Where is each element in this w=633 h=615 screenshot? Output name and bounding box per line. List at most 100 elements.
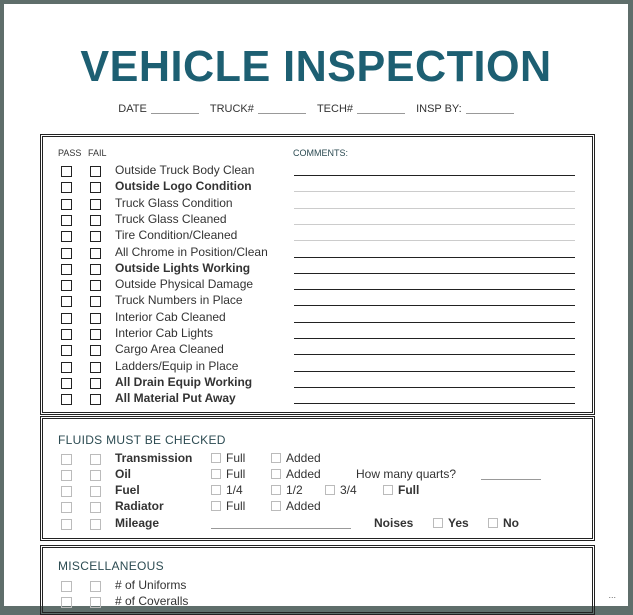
option-quarter[interactable]: 1/4 xyxy=(211,483,243,497)
checklist-item-label: Outside Logo Condition xyxy=(115,179,252,194)
pass-checkbox[interactable] xyxy=(61,345,72,357)
fail-checkbox[interactable] xyxy=(90,329,101,340)
pass-checkbox[interactable] xyxy=(61,263,72,275)
tech-field[interactable] xyxy=(357,113,405,114)
comment-line[interactable] xyxy=(294,256,575,258)
option-added[interactable]: Added xyxy=(271,467,321,481)
pass-checkbox[interactable] xyxy=(61,486,72,497)
checklist-item-label: Truck Glass Cleaned xyxy=(115,211,227,226)
fluid-name: Radiator xyxy=(115,499,164,513)
truck-field[interactable] xyxy=(257,113,306,114)
comment-line[interactable] xyxy=(294,289,575,291)
fail-checkbox[interactable] xyxy=(90,394,101,406)
checkbox-icon xyxy=(211,485,221,495)
fail-checkbox[interactable] xyxy=(90,454,101,465)
fail-checkbox[interactable] xyxy=(90,231,101,243)
fail-checkbox[interactable] xyxy=(90,597,101,608)
comment-line[interactable] xyxy=(294,223,575,225)
checkbox-icon xyxy=(211,469,221,479)
fail-checkbox[interactable] xyxy=(90,345,101,357)
fail-checkbox[interactable] xyxy=(90,502,101,513)
fail-checkbox[interactable] xyxy=(90,214,101,226)
fail-checkbox[interactable] xyxy=(90,296,101,308)
pass-checkbox[interactable] xyxy=(61,231,72,243)
inspection-form: VEHICLE INSPECTION DATE TRUCK# TECH# INS… xyxy=(4,4,628,615)
fail-checkbox[interactable] xyxy=(90,312,101,324)
fluids-title: FLUIDS MUST BE CHECKED xyxy=(58,433,226,447)
checklist-item-label: Cargo Area Cleaned xyxy=(115,342,224,357)
pass-header: PASS xyxy=(58,148,82,158)
pass-checkbox[interactable] xyxy=(61,198,72,210)
option-added[interactable]: Added xyxy=(271,451,321,465)
pass-checkbox[interactable] xyxy=(61,597,72,608)
checkbox-icon xyxy=(488,518,498,528)
fail-checkbox[interactable] xyxy=(90,182,101,194)
comment-line[interactable] xyxy=(294,240,575,242)
option-half[interactable]: 1/2 xyxy=(271,483,303,497)
noises-yes[interactable]: Yes xyxy=(433,516,469,530)
comment-line[interactable] xyxy=(294,321,575,323)
comment-line[interactable] xyxy=(294,207,575,209)
pass-checkbox[interactable] xyxy=(61,394,72,406)
mileage-field[interactable] xyxy=(211,528,351,529)
pass-checkbox[interactable] xyxy=(61,377,72,389)
fluid-row-oil: Oil Full Added How many quarts? xyxy=(61,467,581,483)
pass-checkbox[interactable] xyxy=(61,454,72,465)
comment-line[interactable] xyxy=(294,354,575,356)
fail-checkbox[interactable] xyxy=(90,377,101,389)
fail-checkbox[interactable] xyxy=(90,166,101,177)
option-full[interactable]: Full xyxy=(211,451,245,465)
option-three-quarter[interactable]: 3/4 xyxy=(325,483,357,497)
checkbox-icon xyxy=(433,518,443,528)
checkbox-icon xyxy=(271,469,281,479)
noises-no[interactable]: No xyxy=(488,516,519,530)
comment-line[interactable] xyxy=(294,305,575,307)
fail-checkbox[interactable] xyxy=(90,247,101,259)
pass-checkbox[interactable] xyxy=(61,519,72,530)
tech-label: TECH# xyxy=(316,103,353,115)
checklist-item-label: Outside Physical Damage xyxy=(115,277,254,292)
option-added[interactable]: Added xyxy=(271,499,321,513)
fail-checkbox[interactable] xyxy=(90,519,101,530)
pass-checkbox[interactable] xyxy=(61,502,72,513)
option-full[interactable]: Full xyxy=(211,467,245,481)
insp-by-field[interactable] xyxy=(465,113,514,114)
fail-checkbox[interactable] xyxy=(90,470,101,481)
fluid-row-fuel: Fuel 1/4 1/2 3/4 Full xyxy=(61,483,581,499)
comment-line[interactable] xyxy=(294,338,575,339)
option-full[interactable]: Full xyxy=(383,483,419,497)
date-label: DATE xyxy=(118,103,147,115)
fail-checkbox[interactable] xyxy=(90,361,101,373)
fail-checkbox[interactable] xyxy=(90,280,101,292)
meta-fields: DATE TRUCK# TECH# INSP BY: xyxy=(4,103,628,115)
pass-checkbox[interactable] xyxy=(61,361,72,373)
pass-checkbox[interactable] xyxy=(61,280,72,292)
fluid-name: Oil xyxy=(115,467,132,481)
fluid-row-radiator: Radiator Full Added xyxy=(61,499,581,515)
comment-line[interactable] xyxy=(294,403,575,405)
pass-checkbox[interactable] xyxy=(61,581,72,592)
pass-checkbox[interactable] xyxy=(61,470,72,481)
comment-line[interactable] xyxy=(294,175,575,176)
option-full[interactable]: Full xyxy=(211,499,245,513)
pass-checkbox[interactable] xyxy=(61,182,72,194)
quarts-field[interactable] xyxy=(481,479,541,480)
fail-checkbox[interactable] xyxy=(90,581,101,592)
pass-checkbox[interactable] xyxy=(61,329,72,340)
quarts-label: How many quarts? xyxy=(356,467,457,481)
pass-checkbox[interactable] xyxy=(61,296,72,308)
date-field[interactable] xyxy=(150,113,199,114)
pass-checkbox[interactable] xyxy=(61,312,72,324)
comment-line[interactable] xyxy=(294,386,575,388)
fail-checkbox[interactable] xyxy=(90,486,101,497)
fail-checkbox[interactable] xyxy=(90,263,101,275)
comment-line[interactable] xyxy=(294,272,575,274)
pass-checkbox[interactable] xyxy=(61,247,72,259)
checklist-item-label: Truck Glass Condition xyxy=(115,195,233,210)
fail-checkbox[interactable] xyxy=(90,198,101,210)
misc-item-label: # of Uniforms xyxy=(115,578,187,592)
pass-checkbox[interactable] xyxy=(61,166,72,177)
comment-line[interactable] xyxy=(294,370,575,372)
pass-checkbox[interactable] xyxy=(61,214,72,226)
comment-line[interactable] xyxy=(294,191,575,193)
